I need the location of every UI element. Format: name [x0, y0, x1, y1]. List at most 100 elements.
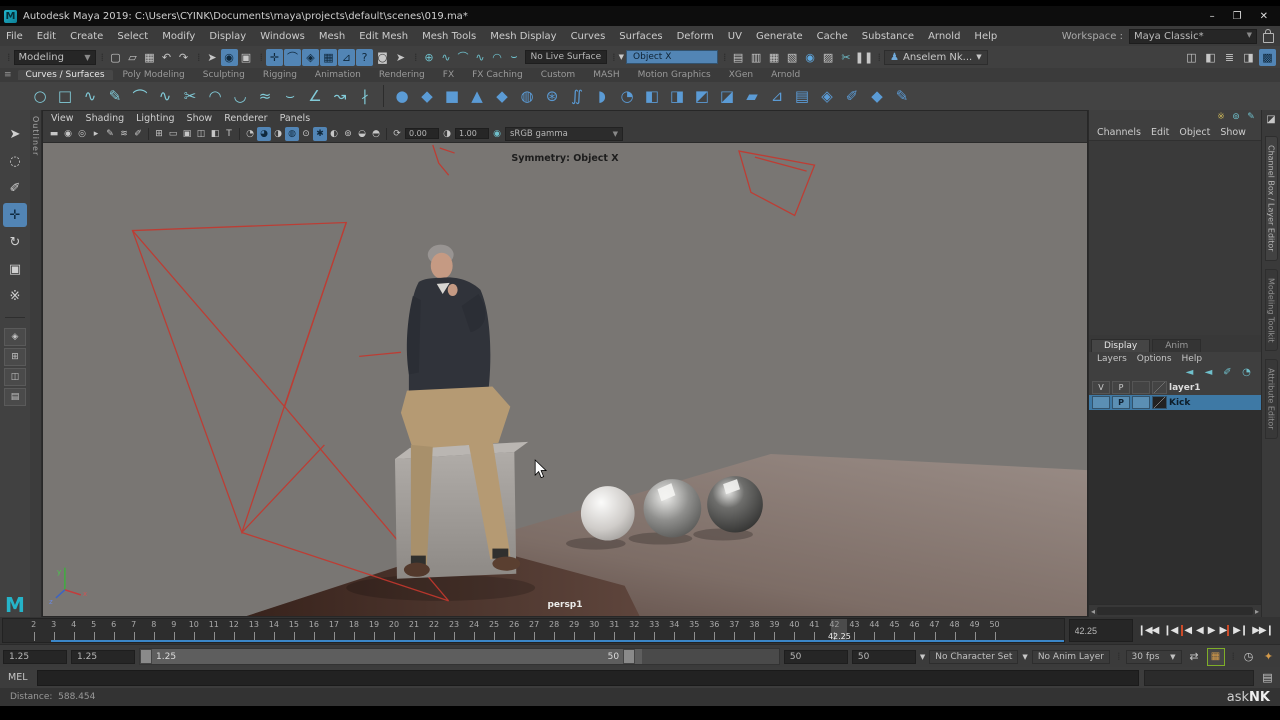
isolate-select-icon[interactable]: ◓ [369, 127, 383, 141]
extrude-icon[interactable]: ◔ [615, 84, 639, 108]
nurbs-circle-icon[interactable]: ○ [28, 84, 52, 108]
move-layer-up-icon[interactable]: ◄ [1183, 366, 1196, 378]
exposure-icon[interactable]: ⟳ [390, 127, 404, 141]
render-shaderball-icon[interactable]: ◉ [802, 49, 819, 66]
shelf-tab-rigging[interactable]: Rigging [255, 70, 305, 80]
layer-visibility-toggle[interactable] [1092, 396, 1110, 409]
loft-icon[interactable]: ∬ [565, 84, 589, 108]
grip-icon[interactable]: ⁞ [260, 51, 262, 64]
boundary-icon[interactable]: ◨ [665, 84, 689, 108]
three-point-arc-icon[interactable]: ⌒ [128, 84, 152, 108]
menu-cache[interactable]: Cache [817, 31, 848, 42]
range-start-handle[interactable] [140, 649, 152, 664]
anim-preferences-icon[interactable]: ◷ [1240, 648, 1257, 665]
menu-create[interactable]: Create [70, 31, 103, 42]
2d-pan-zoom-icon[interactable]: ≋ [117, 127, 131, 141]
revolve-icon[interactable]: ⊛ [540, 84, 564, 108]
menu-windows[interactable]: Windows [260, 31, 305, 42]
layer-menu-layers[interactable]: Layers [1097, 354, 1127, 364]
menu-uv[interactable]: UV [728, 31, 742, 42]
range-end-handle[interactable] [623, 649, 635, 664]
layer-name[interactable]: Kick [1169, 398, 1190, 408]
layer-menu-help[interactable]: Help [1182, 354, 1203, 364]
scroll-left-icon[interactable]: ◂ [1091, 607, 1095, 616]
pencil-curve-icon[interactable]: ✎ [103, 84, 127, 108]
snap-grid-icon[interactable]: ✛ [266, 49, 283, 66]
undo-icon[interactable]: ↶ [158, 49, 175, 66]
shelf-tab-fx[interactable]: FX [435, 70, 462, 80]
panel-menu-view[interactable]: View [51, 113, 74, 124]
auto-keyframe-toggle[interactable]: ▦ [1207, 648, 1225, 666]
close-button[interactable]: ✕ [1260, 11, 1268, 22]
nurbs-sphere-icon[interactable]: ● [390, 84, 414, 108]
collapse-panel-icon[interactable]: ◪ [1264, 112, 1278, 126]
manipulator-link-icon[interactable]: ※ [1215, 111, 1227, 123]
open-render-view-icon[interactable]: ▤ [730, 49, 747, 66]
edit-channels-icon[interactable]: ✎ [1245, 111, 1257, 123]
maximize-button[interactable]: ❐ [1233, 11, 1242, 22]
open-scene-icon[interactable]: ▱ [124, 49, 141, 66]
gamma-icon[interactable]: ◑ [440, 127, 454, 141]
bevel-icon[interactable]: ◪ [715, 84, 739, 108]
right-tab-modeling-toolkit[interactable]: Modeling Toolkit [1265, 269, 1278, 351]
step-back-frame-button[interactable]: ❙◀ [1162, 625, 1178, 636]
film-gate-icon[interactable]: ▭ [166, 127, 180, 141]
render-settings-icon[interactable]: ▧ [784, 49, 801, 66]
grip-icon[interactable]: ⁞ [197, 51, 199, 64]
character-set-tools-icon[interactable]: ✦ [1260, 648, 1277, 665]
speed-state-icon[interactable]: ⊚ [1230, 111, 1242, 123]
grip-icon[interactable]: ⁞ [878, 51, 880, 64]
launch-render-setup-icon[interactable]: ▨ [820, 49, 837, 66]
step-forward-key-button[interactable]: ▶ [1218, 625, 1229, 636]
symmetry-field[interactable]: Object X [626, 50, 718, 64]
view-transform-icon[interactable]: ◉ [490, 127, 504, 141]
shelf-tab-arnold[interactable]: Arnold [763, 70, 808, 80]
menu-mesh[interactable]: Mesh [319, 31, 345, 42]
highlight-selection-icon[interactable]: ➤ [392, 49, 409, 66]
render-current-frame-icon[interactable]: ▥ [748, 49, 765, 66]
make-live-icon[interactable]: ? [356, 49, 373, 66]
new-layer-from-selected-icon[interactable]: ◔ [1240, 366, 1253, 378]
two-pane-layout-button[interactable]: ◫ [4, 368, 26, 386]
account-chip[interactable]: ♟ Anselem Nk... ▼ [884, 50, 988, 65]
current-time-field[interactable] [1069, 619, 1133, 642]
menu-help[interactable]: Help [974, 31, 997, 42]
anim-layer-dropdown[interactable]: No Anim Layer [1032, 650, 1110, 664]
construction-history-icon[interactable]: ⊕ [421, 49, 438, 66]
command-language-toggle[interactable]: MEL [4, 672, 32, 683]
menu-edit[interactable]: Edit [37, 31, 56, 42]
hypershade-icon[interactable]: ✂ [838, 49, 855, 66]
shelf-tab-fx-caching[interactable]: FX Caching [464, 70, 531, 80]
go-to-start-button[interactable]: ❙◀◀ [1137, 625, 1160, 636]
arc-history-icon[interactable]: ⌒ [455, 49, 472, 66]
shelf-menu-icon[interactable]: ≡ [4, 70, 12, 80]
grip-icon[interactable]: ⁞ [723, 51, 725, 64]
greasepencil-icon[interactable]: ✐ [131, 127, 145, 141]
shaded-icon[interactable]: ◕ [257, 127, 271, 141]
step-back-key-button[interactable]: ◀ [1181, 625, 1192, 636]
detach-curves-icon[interactable]: ◡ [228, 84, 252, 108]
go-to-end-button[interactable]: ▶▶❙ [1251, 625, 1274, 636]
outliner-persp-layout-button[interactable]: ▤ [4, 388, 26, 406]
character-set-dropdown[interactable]: No Character Set [929, 650, 1018, 664]
square-surface-icon[interactable]: ◩ [690, 84, 714, 108]
channel-menu-object[interactable]: Object [1179, 127, 1210, 138]
nurbs-square-icon[interactable]: □ [53, 84, 77, 108]
layer-editor-tab-display[interactable]: Display [1091, 339, 1150, 352]
workspace-lock-icon[interactable] [1263, 33, 1274, 43]
outliner-collapsed-strip[interactable]: Outliner [30, 110, 42, 617]
shelf-tab-rendering[interactable]: Rendering [371, 70, 433, 80]
live-surface-field[interactable]: No Live Surface [525, 50, 608, 64]
playback-loop-icon[interactable]: ⇄ [1186, 648, 1203, 665]
grid-toggle-icon[interactable]: ⊞ [152, 127, 166, 141]
bookmark-icon[interactable]: ▸ [89, 127, 103, 141]
lasso-tool[interactable]: ◌ [3, 149, 27, 173]
cut-curve-icon[interactable]: ✂ [178, 84, 202, 108]
four-pane-layout-button[interactable]: ⊞ [4, 348, 26, 366]
layer-menu-options[interactable]: Options [1137, 354, 1172, 364]
panel-menu-shading[interactable]: Shading [86, 113, 125, 124]
wireframe-icon[interactable]: ◔ [243, 127, 257, 141]
right-tab-attribute-editor[interactable]: Attribute Editor [1265, 359, 1278, 439]
panel-menu-show[interactable]: Show [187, 113, 213, 124]
scroll-right-icon[interactable]: ▸ [1255, 607, 1259, 616]
